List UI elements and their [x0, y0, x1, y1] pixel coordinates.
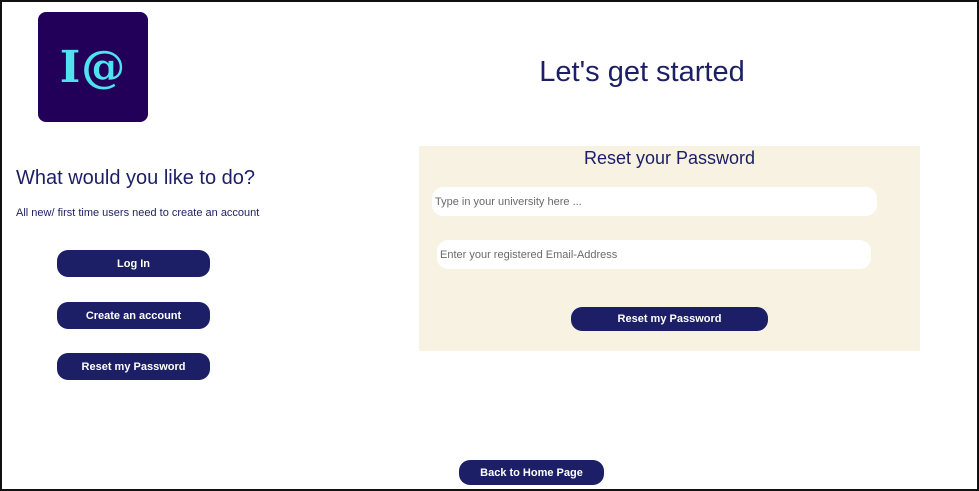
panel-title: Reset your Password [583, 148, 756, 168]
app-logo: I@ [38, 12, 148, 122]
left-note: All new/ first time users need to create… [16, 207, 260, 219]
reset-password-panel: Reset your Password Type in your univers… [419, 146, 920, 351]
university-placeholder: Type in your university here ... [435, 195, 582, 208]
page-title: Let's get started [539, 56, 745, 88]
logo-text: I@ [59, 41, 127, 93]
university-input[interactable]: Type in your university here ... [432, 187, 877, 216]
reset-password-button[interactable]: Reset my Password [57, 353, 210, 380]
submit-reset-button[interactable]: Reset my Password [571, 307, 768, 331]
login-button[interactable]: Log In [57, 250, 210, 277]
create-account-button[interactable]: Create an account [57, 302, 210, 329]
home-button[interactable]: Back to Home Page [459, 460, 604, 485]
email-input[interactable]: Enter your registered Email-Address [437, 240, 871, 269]
app-frame: I@ Let's get started What would you like… [0, 0, 979, 491]
email-placeholder: Enter your registered Email-Address [440, 248, 618, 261]
left-heading: What would you like to do? [16, 167, 256, 189]
